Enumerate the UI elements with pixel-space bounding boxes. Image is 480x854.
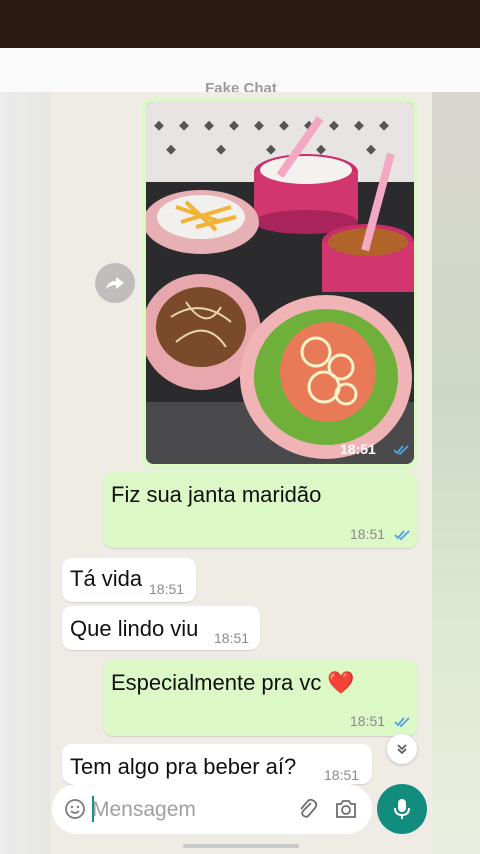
camera-icon[interactable] [334, 798, 358, 820]
message-time: 18:51 [214, 630, 250, 646]
mic-icon [394, 799, 410, 819]
message-text: Fiz sua janta maridão [111, 482, 322, 507]
mic-button[interactable] [377, 784, 427, 834]
message-text: Tá vida [70, 566, 143, 591]
screen-right-margin [432, 92, 480, 854]
photo-message-time: 18:51 [340, 441, 376, 457]
emoji-icon[interactable] [64, 798, 86, 820]
double-check-icon [394, 717, 410, 728]
double-check-icon [394, 530, 410, 541]
message-time: 18:51 [149, 581, 185, 597]
message-time: 18:51 [324, 767, 360, 783]
message-text: Que lindo viu [70, 616, 199, 641]
message-input[interactable]: Mensagem [92, 798, 196, 822]
message-time: 18:51 [350, 713, 386, 729]
chat-title: Fake Chat [205, 80, 277, 92]
scroll-to-bottom-button[interactable] [387, 734, 417, 764]
screen-left-margin [0, 92, 50, 854]
double-check-icon [393, 445, 409, 456]
message-time: 18:51 [350, 526, 386, 542]
photo-message-image[interactable] [146, 102, 414, 464]
home-indicator [183, 844, 299, 848]
message-text: Tem algo pra beber aí? [70, 754, 297, 779]
forward-button[interactable] [95, 263, 135, 303]
forward-icon [106, 277, 124, 289]
status-bar-background [0, 0, 480, 48]
chevron-double-down-icon [397, 744, 407, 755]
message-text: Especialmente pra vc ❤️ [111, 670, 355, 695]
attach-icon[interactable] [296, 797, 318, 821]
